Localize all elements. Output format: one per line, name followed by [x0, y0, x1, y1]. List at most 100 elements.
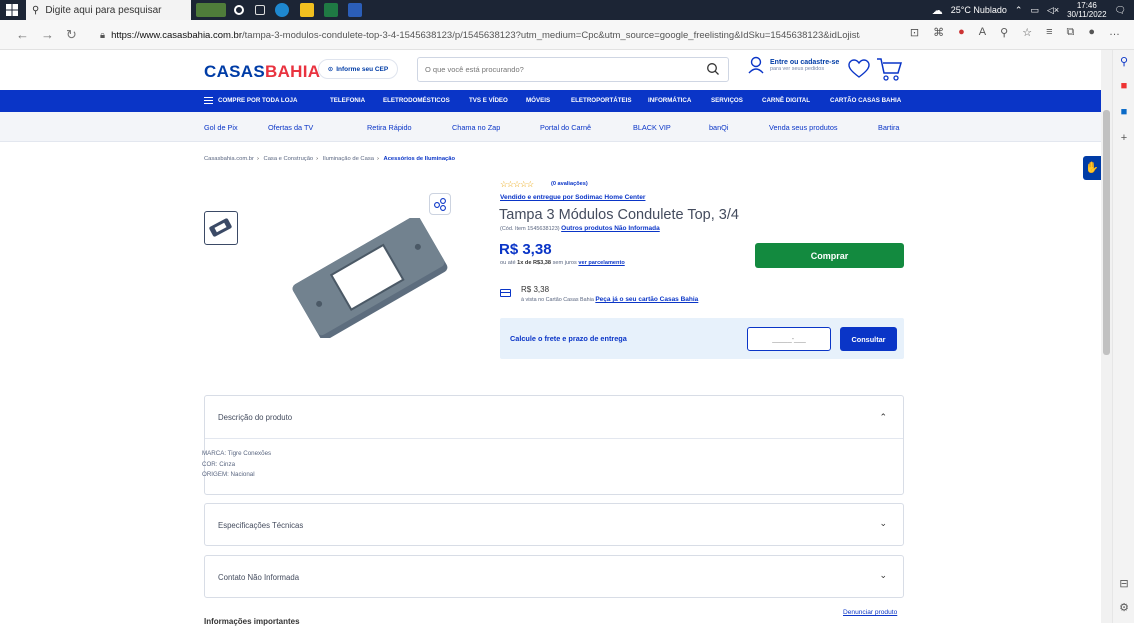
- accordion-specs[interactable]: Especificações Técnicas ⌄: [204, 503, 904, 546]
- network-icon[interactable]: ▭: [1030, 5, 1039, 16]
- chevron-right-icon: ›: [316, 156, 319, 162]
- subnav-item-chama-no-zap[interactable]: Chama no Zap: [452, 123, 500, 132]
- sidebar-search-icon[interactable]: ⚲: [1118, 56, 1130, 68]
- nav-item-moveis[interactable]: MÓVEIS: [526, 97, 550, 104]
- seller-link[interactable]: Vendido e entregue por Sodimac Home Cent…: [500, 194, 645, 201]
- breadcrumb-item[interactable]: Iluminação de Casa: [323, 156, 374, 162]
- login-link[interactable]: Entre ou cadastre-se para ver seus pedid…: [748, 56, 839, 74]
- installment-link[interactable]: ver parcelamento: [578, 260, 624, 266]
- accordion-contact-title[interactable]: Contato Não Informada: [218, 573, 299, 582]
- taskbar-app-weather-icon[interactable]: [196, 3, 226, 17]
- clock[interactable]: 17:46 30/11/2022: [1067, 1, 1106, 19]
- url-text: https://www.casasbahia.com.br/tampa-3-mo…: [111, 30, 860, 41]
- extensions-icon[interactable]: ⌘: [933, 26, 944, 39]
- accordion-contact[interactable]: Contato Não Informada ⌄: [204, 555, 904, 598]
- page-scrollbar[interactable]: [1101, 50, 1112, 623]
- breadcrumb-item[interactable]: Casasbahia.com.br: [204, 156, 254, 162]
- refresh-icon[interactable]: ↻: [66, 27, 77, 43]
- taskbar-edge-icon[interactable]: [275, 3, 289, 17]
- search-icon[interactable]: [706, 62, 720, 76]
- back-icon[interactable]: ←: [16, 27, 29, 42]
- sidebar-split-icon[interactable]: ⊟: [1118, 578, 1130, 590]
- nav-item-carne-digital[interactable]: CARNÊ DIGITAL: [762, 97, 810, 104]
- product-image[interactable]: [285, 218, 455, 338]
- subnav-item-ofertas-da-tv[interactable]: Ofertas da TV: [268, 123, 313, 132]
- profile-icon[interactable]: ●: [1088, 26, 1095, 39]
- chevron-right-icon: ›: [376, 156, 379, 162]
- chevron-down-icon[interactable]: ⌄: [879, 518, 887, 529]
- chevron-up-icon[interactable]: ⌃: [1015, 5, 1023, 16]
- other-products-link[interactable]: Outros produtos Não Informada: [561, 225, 660, 232]
- windows-start-icon[interactable]: [6, 4, 18, 16]
- app-available-icon[interactable]: ⊡: [910, 26, 919, 39]
- zoom-icon[interactable]: ⚲: [1000, 26, 1008, 39]
- review-count[interactable]: (0 avaliações): [551, 181, 588, 187]
- product-thumbnail[interactable]: [204, 211, 238, 245]
- product-search-input[interactable]: O que você está procurando?: [417, 57, 729, 82]
- shipping-cep-input[interactable]: _____-___: [747, 327, 831, 351]
- subnav-item-gol-de-pix[interactable]: Gol de Pix: [204, 123, 238, 132]
- nav-item-telefonia[interactable]: TELEFONIA: [330, 97, 365, 104]
- accordion-description-title[interactable]: Descrição do produto: [218, 413, 292, 422]
- subnav-item-banqi[interactable]: banQi: [709, 123, 728, 132]
- forward-icon[interactable]: →: [41, 27, 54, 42]
- nav-item-servicos[interactable]: SERVIÇOS: [711, 97, 743, 104]
- sidebar-office-icon[interactable]: ■: [1118, 80, 1130, 92]
- heart-icon[interactable]: [848, 59, 870, 79]
- taskbar-excel-icon[interactable]: [324, 3, 338, 17]
- cep-button-label: Informe seu CEP: [336, 65, 389, 73]
- subnav-item-retira-rapido[interactable]: Retira Rápido: [367, 123, 412, 132]
- url-path: /tampa-3-modulos-condulete-top-3-4-15456…: [242, 29, 860, 41]
- cart-icon[interactable]: [875, 55, 903, 83]
- nav-item-eletrodomesticos[interactable]: ELETRODOMÉSTICOS: [383, 97, 450, 104]
- buy-button[interactable]: Comprar: [755, 243, 904, 268]
- subnav-item-bartira[interactable]: Bartira: [878, 123, 900, 132]
- taskbar-word-icon[interactable]: [348, 3, 362, 17]
- chevron-up-icon[interactable]: ⌃: [879, 412, 887, 423]
- nav-item-informatica[interactable]: INFORMÁTICA: [648, 97, 691, 104]
- taskbar-search-placeholder: Digite aqui para pesquisar: [45, 4, 162, 16]
- notification-icon[interactable]: 🗨: [1115, 5, 1126, 16]
- taskbar-cortana-icon[interactable]: [234, 5, 244, 15]
- sidebar-add-icon[interactable]: +: [1118, 132, 1130, 144]
- menu-icon[interactable]: [204, 97, 213, 104]
- nav-item-tvs-e-video[interactable]: TVS E VÍDEO: [469, 97, 508, 104]
- windows-taskbar: ⚲ Digite aqui para pesquisar ☁ 25°C Nubl…: [0, 0, 1134, 20]
- breadcrumb-item[interactable]: Casa e Construção: [264, 156, 314, 162]
- subnav-item-black-vip[interactable]: BLACK VIP: [633, 123, 671, 132]
- extension-badge-icon[interactable]: ●: [958, 26, 965, 39]
- taskbar-search[interactable]: ⚲ Digite aqui para pesquisar: [26, 0, 191, 20]
- subnav-item-portal-do-carne[interactable]: Portal do Carnê: [540, 123, 591, 132]
- rating-stars-icon[interactable]: ☆☆☆☆☆: [500, 179, 534, 190]
- accessibility-hand-icon[interactable]: ✋: [1083, 156, 1101, 180]
- sidebar-settings-icon[interactable]: ⚙: [1118, 602, 1130, 614]
- read-aloud-icon[interactable]: A: [979, 26, 986, 39]
- chevron-down-icon[interactable]: ⌄: [879, 570, 887, 581]
- accordion-specs-title[interactable]: Especificações Técnicas: [218, 521, 303, 530]
- taskbar-taskview-icon[interactable]: [255, 5, 265, 15]
- more-icon[interactable]: …: [1109, 26, 1120, 39]
- share-button[interactable]: [429, 193, 451, 215]
- favorite-icon[interactable]: ☆: [1022, 26, 1032, 39]
- taskbar-explorer-icon[interactable]: [300, 3, 314, 17]
- nav-item-compre-por-toda-loja[interactable]: COMPRE POR TODA LOJA: [218, 97, 297, 104]
- breadcrumb-current[interactable]: Acessórios de Iluminação: [384, 156, 456, 162]
- site-logo[interactable]: CASASBAHIA: [204, 62, 320, 82]
- nav-item-eletroportateis[interactable]: ELETROPORTÁTEIS: [571, 97, 632, 104]
- report-product-link[interactable]: Denunciar produto: [843, 609, 897, 616]
- location-pin-icon: ⊙: [327, 66, 334, 73]
- product-price: R$ 3,38: [499, 241, 552, 258]
- card-offer-line: à vista no Cartão Casas Bahia Peça já o …: [521, 296, 698, 303]
- scrollbar-thumb[interactable]: [1103, 110, 1110, 355]
- card-link[interactable]: Peça já o seu cartão Casas Bahia: [595, 296, 698, 303]
- weather-text[interactable]: 25°C Nublado: [951, 5, 1007, 15]
- favorites-bar-icon[interactable]: ≡: [1046, 26, 1052, 39]
- collections-icon[interactable]: ⧉: [1066, 26, 1074, 39]
- subnav-item-venda-seus-produtos[interactable]: Venda seus produtos: [769, 123, 838, 132]
- shipping-consult-button[interactable]: Consultar: [840, 327, 897, 351]
- cep-button[interactable]: ⊙ Informe seu CEP: [318, 59, 398, 79]
- nav-item-cartao-casas-bahia[interactable]: CARTÃO CASAS BAHIA: [830, 97, 901, 104]
- address-bar[interactable]: 🔒︎ https://www.casasbahia.com.br/tampa-3…: [100, 26, 860, 44]
- sidebar-outlook-icon[interactable]: ■: [1118, 106, 1130, 118]
- volume-icon[interactable]: ◁×: [1047, 5, 1059, 16]
